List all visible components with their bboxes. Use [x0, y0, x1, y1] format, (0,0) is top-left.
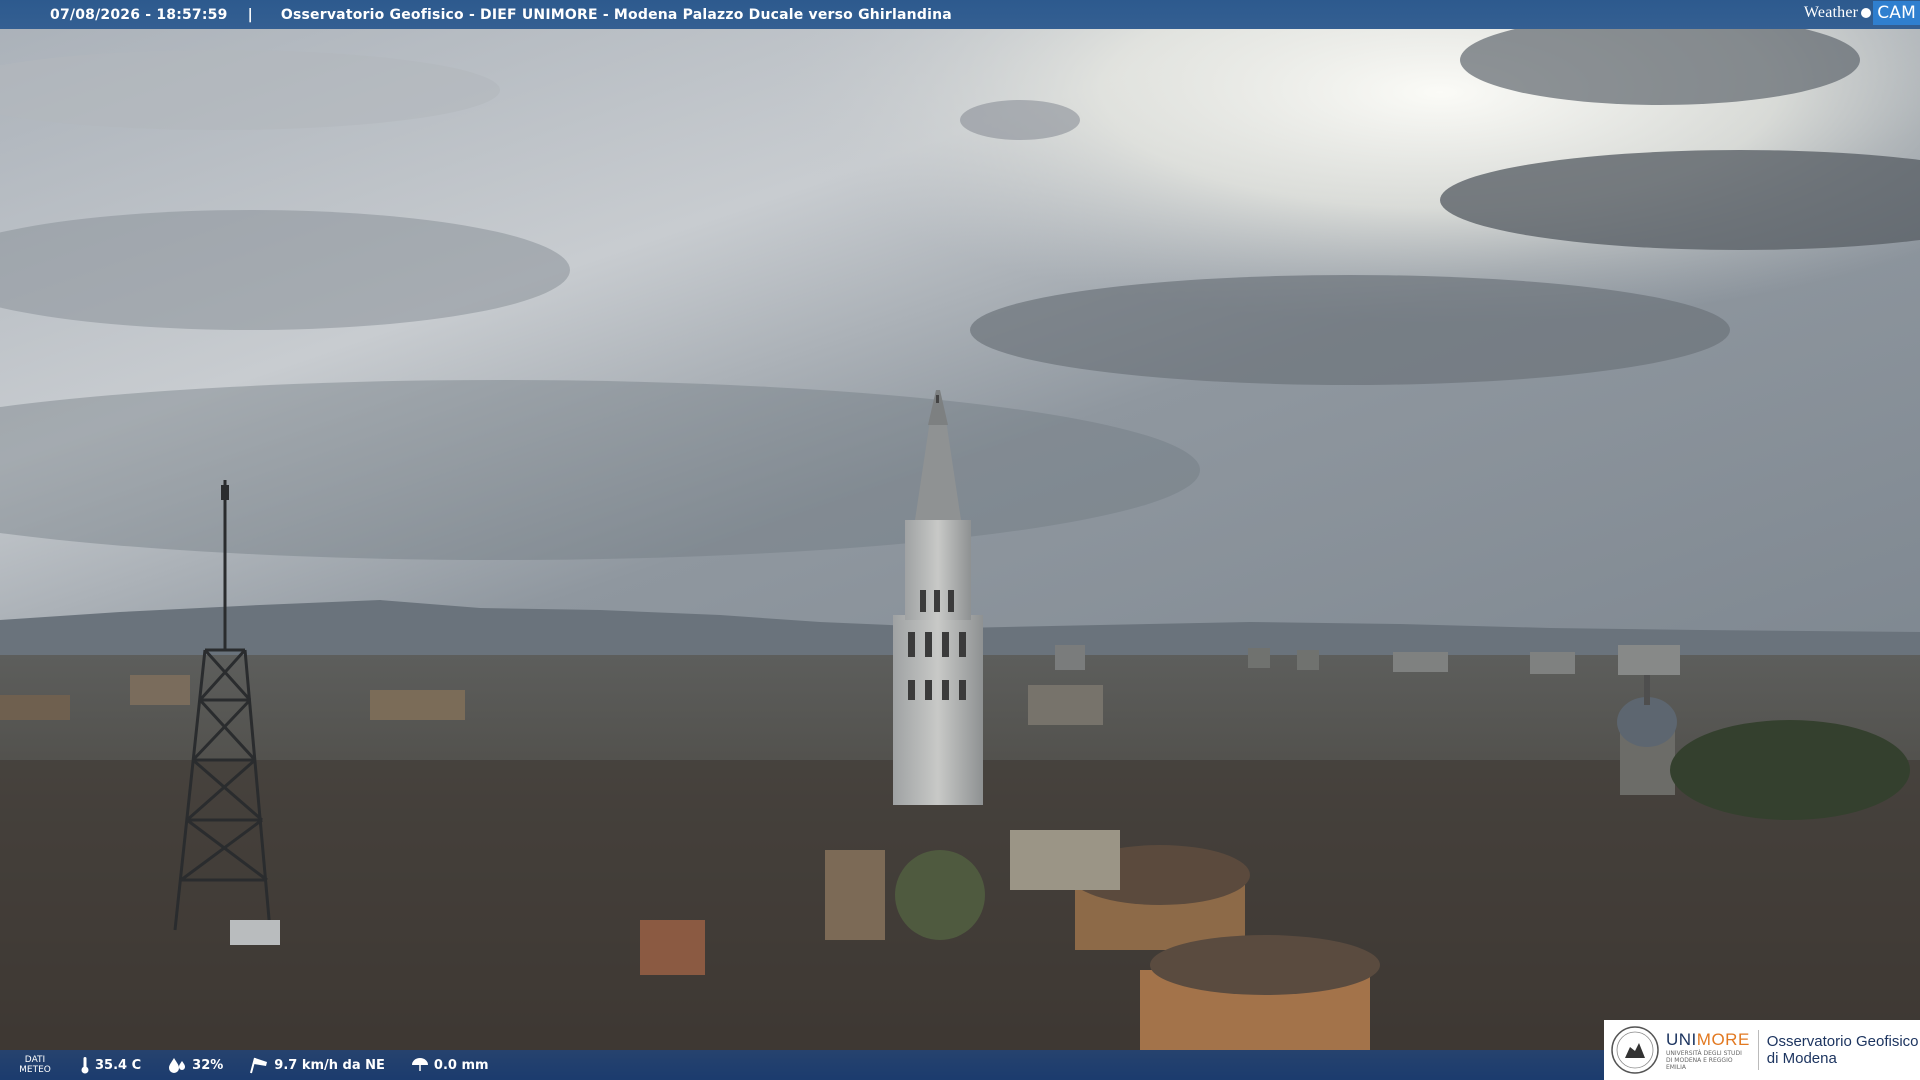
meteo-label: DATI METEO	[0, 1055, 70, 1075]
uni-prefix: UNI	[1666, 1029, 1697, 1049]
humidity-value: 32%	[192, 1057, 224, 1073]
uni-suffix: MORE	[1696, 1029, 1750, 1049]
wind-readout: 9.7 km/h da NE	[249, 1056, 385, 1074]
umbrella-icon	[411, 1058, 428, 1071]
rain-value: 0.0 mm	[433, 1057, 489, 1073]
uni-subtitle: UNIVERSITÀ DEGLI STUDI DI MODENA E REGGI…	[1666, 1049, 1742, 1071]
meteo-bar: DATI METEO 35.4 C 32% 9.7 km/h da NE 0.0…	[0, 1050, 1605, 1080]
header-separator: |	[247, 6, 253, 23]
thermometer-icon	[81, 1057, 89, 1074]
weathercam-logo: Weather CAM	[1804, 0, 1920, 26]
camera-location: Osservatorio Geofisico - DIEF UNIMORE - …	[280, 6, 952, 23]
observatory-line1: Osservatorio Geofisico	[1766, 1033, 1919, 1050]
observatory-name: Osservatorio Geofisico di Modena	[1767, 1033, 1919, 1067]
overlay-header: 07/08/2026 - 18:57:59 | Osservatorio Geo…	[0, 0, 1920, 29]
temperature-readout: 35.4 C	[80, 1056, 141, 1074]
rain-readout: 0.0 mm	[411, 1057, 489, 1073]
unimore-wordmark: UNIMORE UNIVERSITÀ DEGLI STUDI DI MODENA…	[1666, 1030, 1750, 1071]
logo-divider	[1757, 1030, 1759, 1070]
humidity-readout: 32%	[167, 1057, 223, 1073]
meteo-label-line2: METEO	[19, 1065, 51, 1075]
meteo-label-line1: DATI	[24, 1055, 46, 1065]
weathercam-logo-cam: CAM	[1873, 1, 1920, 25]
droplets-icon	[169, 1058, 186, 1073]
unimore-logo: UNIMORE UNIVERSITÀ DEGLI STUDI DI MODENA…	[1604, 1020, 1920, 1080]
wind-value: 9.7 km/h da NE	[274, 1057, 385, 1073]
temperature-value: 35.4 C	[95, 1057, 142, 1073]
university-seal-icon	[1611, 1026, 1659, 1074]
windsock-icon	[250, 1057, 268, 1074]
weathercam-dot-icon	[1861, 8, 1872, 18]
timestamp: 07/08/2026 - 18:57:59	[50, 6, 228, 23]
observatory-line2: di Modena	[1766, 1050, 1837, 1067]
weathercam-logo-weather: Weather	[1803, 4, 1859, 21]
webcam-scene	[0, 0, 1920, 1080]
